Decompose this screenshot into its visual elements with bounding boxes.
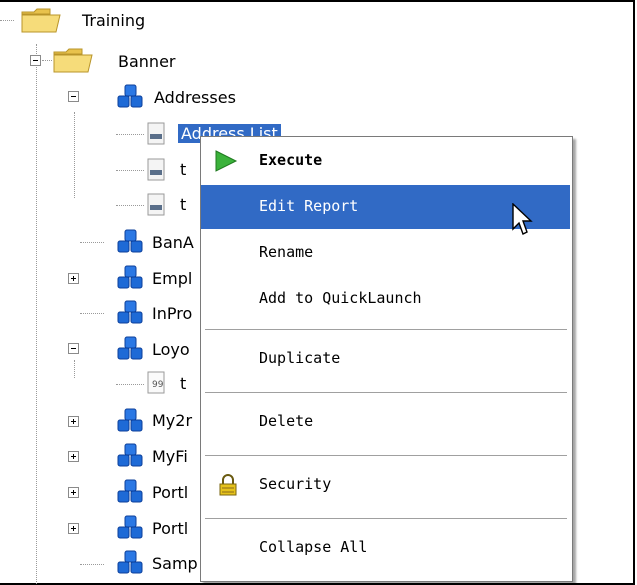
menu-label: Delete [259,412,314,430]
tree-item-group[interactable]: Portl [152,483,188,503]
menu-item-add-to-quicklaunch[interactable]: Add to QuickLaunch [201,277,570,321]
tree-connector [116,384,144,385]
menu-separator [205,329,567,330]
expand-toggle[interactable] [68,487,79,498]
collapse-toggle[interactable] [68,91,79,102]
lock-icon [217,473,239,501]
tree-connector [36,44,37,584]
expand-toggle[interactable] [68,273,79,284]
tree-item-group[interactable]: InPro [152,304,192,324]
tree-connector [80,564,104,565]
blocks-icon [116,265,146,297]
collapse-toggle[interactable] [30,55,41,66]
tree-item-report[interactable]: t [180,195,186,215]
blocks-icon [116,336,146,368]
menu-separator [205,392,567,393]
tree-item-group[interactable]: Empl [152,269,192,289]
tree-connector [80,313,104,314]
play-icon [213,149,239,177]
tree-connector [42,60,52,61]
report-icon [144,192,168,222]
menu-label: Edit Report [259,197,359,215]
tree-connector [74,360,75,378]
menu-label: Execute [259,151,323,169]
tree-item-banner[interactable]: Banner [118,52,175,72]
blocks-icon [116,229,146,261]
blocks-icon [116,515,146,547]
expand-toggle[interactable] [68,451,79,462]
collapse-toggle[interactable] [68,343,79,354]
tree-item-group[interactable]: Loyo [152,340,190,360]
expand-toggle[interactable] [68,416,79,427]
tree-connector [116,134,144,135]
blocks-icon [116,300,146,332]
blocks-icon [116,84,146,116]
document-icon: 99 [144,370,168,400]
menu-separator [205,455,567,456]
blocks-icon [116,550,146,582]
folder-icon [52,46,96,78]
menu-item-delete[interactable]: Delete [201,400,570,444]
tree-connector [116,170,144,171]
tree-connector [116,205,144,206]
tree-item-group[interactable]: BanA [152,233,194,253]
arrow-cursor-icon [512,202,534,241]
menu-separator [205,518,567,519]
menu-label: Rename [259,243,314,261]
tree-item-group[interactable]: Portl [152,519,188,539]
tree-connector [0,20,14,21]
menu-label: Collapse All [259,538,368,556]
report-icon [144,121,168,151]
tree-connector [80,242,104,243]
menu-label: Add to QuickLaunch [259,289,422,307]
menu-item-duplicate[interactable]: Duplicate [201,337,570,381]
menu-item-execute[interactable]: Execute [201,139,570,183]
tree-item-report[interactable]: t [180,374,186,394]
tree-connector [74,112,75,198]
expand-toggle[interactable] [68,523,79,534]
svg-text:99: 99 [152,380,164,390]
menu-label: Security [259,475,332,493]
tree-item-addresses[interactable]: Addresses [154,88,236,108]
menu-label: Duplicate [259,349,341,367]
menu-item-security[interactable]: Security [201,463,570,507]
tree-item-group[interactable]: Samp [152,554,198,574]
folder-icon [20,6,64,38]
blocks-icon [116,408,146,440]
blocks-icon [116,479,146,511]
tree-item-group[interactable]: MyFi [152,447,188,467]
tree-item-training[interactable]: Training [82,11,145,31]
tree-item-report[interactable]: t [180,160,186,180]
menu-item-collapse-all[interactable]: Collapse All [201,526,570,570]
tree-item-group[interactable]: My2r [152,411,192,431]
blocks-icon [116,443,146,475]
report-icon [144,157,168,187]
